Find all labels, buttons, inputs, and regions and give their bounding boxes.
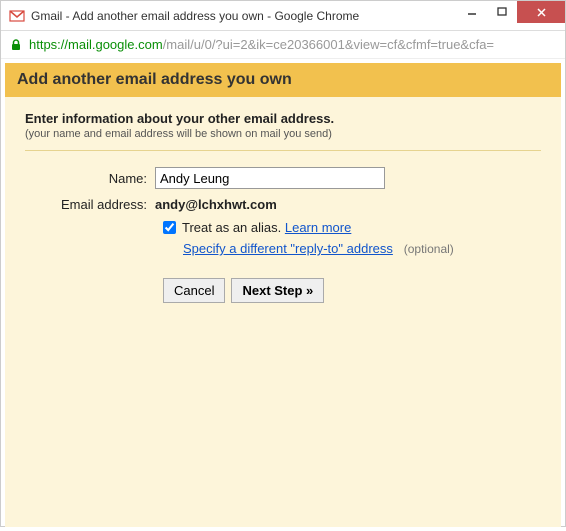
- alias-row: Treat as an alias. Learn more: [163, 220, 541, 235]
- window-title: Gmail - Add another email address you ow…: [31, 9, 359, 23]
- url-origin: https://mail.google.com: [29, 37, 163, 52]
- gmail-icon: [9, 8, 25, 24]
- button-row: Cancel Next Step »: [163, 278, 541, 303]
- content-area: Add another email address you own Enter …: [1, 59, 565, 531]
- alias-label: Treat as an alias.: [182, 220, 281, 235]
- next-step-button[interactable]: Next Step »: [231, 278, 324, 303]
- lock-icon: [9, 38, 23, 52]
- maximize-button[interactable]: [487, 1, 517, 23]
- email-row: Email address: andy@lchxhwt.com: [25, 197, 541, 212]
- alias-checkbox[interactable]: [163, 221, 176, 234]
- cancel-button[interactable]: Cancel: [163, 278, 225, 303]
- form-body: Enter information about your other email…: [5, 97, 561, 527]
- url-path: /mail/u/0/?ui=2&ik=ce20366001&view=cf&cf…: [163, 37, 494, 52]
- page-header: Add another email address you own: [5, 63, 561, 97]
- minimize-button[interactable]: [457, 1, 487, 23]
- close-button[interactable]: [517, 1, 565, 23]
- email-label: Email address:: [25, 197, 155, 212]
- url-text: https://mail.google.com/mail/u/0/?ui=2&i…: [29, 37, 494, 52]
- page-title: Add another email address you own: [17, 71, 292, 88]
- intro-heading: Enter information about your other email…: [25, 111, 541, 126]
- replyto-row: Specify a different "reply-to" address (…: [183, 241, 541, 256]
- replyto-link[interactable]: Specify a different "reply-to" address: [183, 241, 393, 256]
- name-label: Name:: [25, 171, 155, 186]
- intro-subtitle: (your name and email address will be sho…: [25, 128, 541, 140]
- optional-label: (optional): [404, 242, 454, 256]
- name-input[interactable]: [155, 167, 385, 189]
- email-value: andy@lchxhwt.com: [155, 197, 277, 212]
- learn-more-link[interactable]: Learn more: [285, 220, 351, 235]
- divider: [25, 150, 541, 151]
- url-bar[interactable]: https://mail.google.com/mail/u/0/?ui=2&i…: [1, 31, 565, 59]
- name-row: Name:: [25, 167, 541, 189]
- window-titlebar: Gmail - Add another email address you ow…: [1, 1, 565, 31]
- window-controls: [457, 1, 565, 23]
